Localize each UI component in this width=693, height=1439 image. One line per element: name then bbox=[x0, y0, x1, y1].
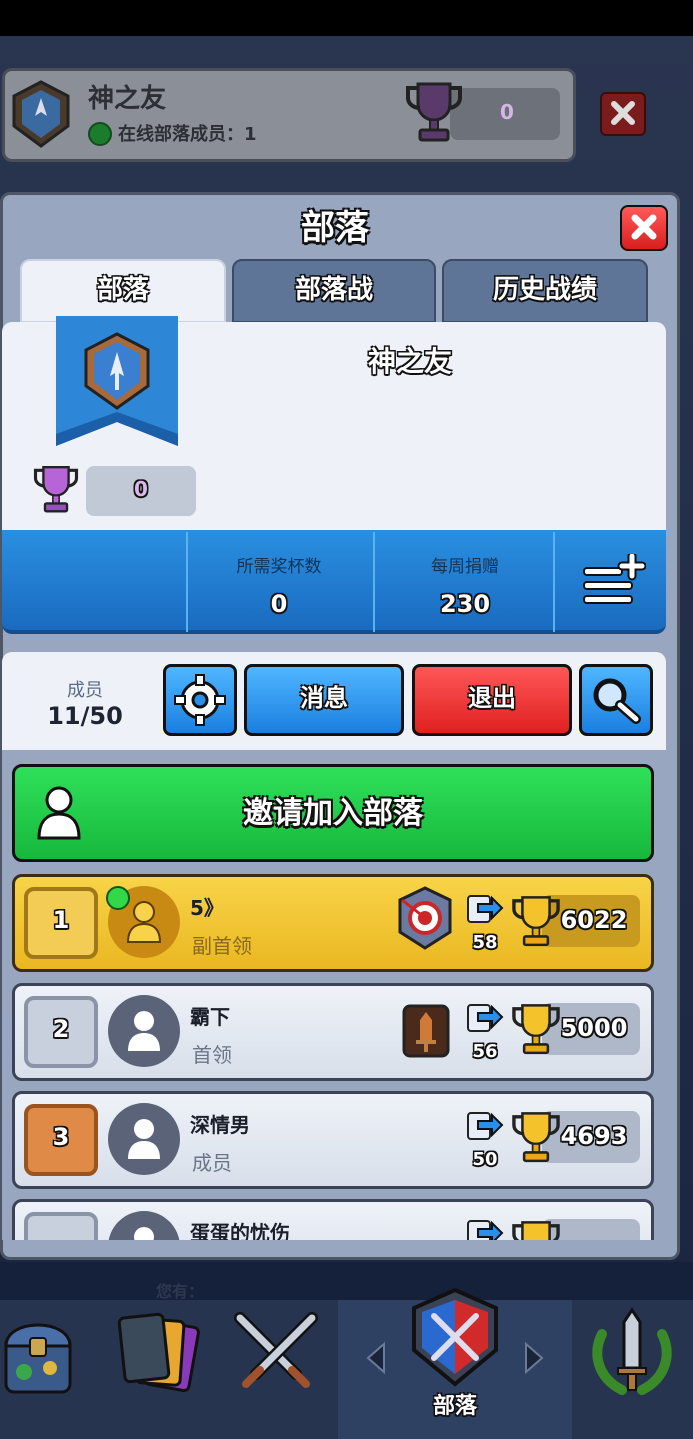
search-button[interactable] bbox=[579, 664, 653, 736]
close-icon bbox=[611, 101, 635, 125]
rank-badge bbox=[24, 1212, 98, 1240]
member-rank: 2 bbox=[52, 1015, 70, 1043]
gear-icon bbox=[174, 674, 226, 726]
member-donations: 50 bbox=[472, 1149, 498, 1170]
tab-label: 部落战 bbox=[294, 275, 373, 305]
settings-button[interactable] bbox=[163, 664, 237, 736]
clan-trophy-count: 0 bbox=[134, 477, 148, 501]
clan-war-sword-icon bbox=[402, 1004, 450, 1058]
tournament-laurel-icon[interactable] bbox=[586, 1304, 678, 1404]
online-indicator-icon bbox=[88, 122, 112, 146]
chest-icon[interactable] bbox=[0, 1306, 80, 1406]
avatar bbox=[108, 1103, 180, 1175]
user-icon bbox=[128, 1011, 160, 1051]
member-donations: 58 bbox=[472, 932, 498, 953]
battle-swords-icon[interactable] bbox=[226, 1308, 326, 1400]
you-have-text: 您有： bbox=[156, 1282, 205, 1301]
invite-label: 邀请加入部落 bbox=[243, 796, 423, 831]
nav-clan-label: 部落 bbox=[432, 1394, 477, 1419]
avatar bbox=[108, 1211, 180, 1240]
clan-name: 神之友 bbox=[367, 345, 452, 378]
panel-title: 部落 bbox=[301, 208, 369, 248]
member-role: 首领 bbox=[192, 1043, 232, 1067]
clan-war-target-icon bbox=[398, 886, 452, 950]
bottom-strip bbox=[0, 1262, 693, 1300]
member-name: 霸下 bbox=[190, 1005, 230, 1029]
tab-clan[interactable]: 部落 bbox=[20, 259, 226, 323]
messages-button[interactable]: 消息 bbox=[244, 664, 404, 736]
tab-label: 历史战绩 bbox=[492, 275, 597, 305]
online-members-text: 在线部落成员：1 bbox=[118, 124, 257, 145]
close-icon bbox=[631, 214, 657, 240]
member-role: 副首领 bbox=[192, 934, 252, 958]
trophy-icon bbox=[512, 1221, 560, 1240]
chevron-left-icon bbox=[366, 1341, 385, 1375]
member-name: 深情男 bbox=[190, 1113, 250, 1137]
donation-icon bbox=[467, 1112, 504, 1140]
required-trophies-value: 0 bbox=[270, 590, 288, 618]
leave-label: 退出 bbox=[468, 684, 516, 712]
clan-badge-icon bbox=[12, 80, 70, 148]
user-icon bbox=[134, 1227, 154, 1240]
messages-label: 消息 bbox=[300, 684, 348, 712]
trophy-icon bbox=[406, 82, 462, 142]
cards-icon[interactable] bbox=[110, 1310, 204, 1402]
online-indicator-icon bbox=[106, 886, 130, 910]
member-trophies: 6022 bbox=[560, 906, 628, 934]
tab-clan-war[interactable]: 部落战 bbox=[232, 259, 436, 323]
donation-icon bbox=[467, 1004, 504, 1032]
members-label: 成员 bbox=[67, 680, 103, 701]
clan-header-name: 神之友 bbox=[88, 84, 167, 114]
member-name: 5》 bbox=[190, 896, 224, 920]
tab-history[interactable]: 历史战绩 bbox=[442, 259, 648, 323]
clan-shield-icon bbox=[412, 1288, 498, 1387]
trophy-icon bbox=[33, 465, 79, 513]
close-button[interactable] bbox=[620, 205, 668, 251]
weekly-donations-label: 每周捐赠 bbox=[431, 557, 499, 577]
clan-banner-icon bbox=[56, 316, 178, 446]
clan-stats-bar bbox=[2, 530, 666, 634]
donation-icon bbox=[467, 1220, 504, 1240]
member-rank: 1 bbox=[52, 906, 70, 934]
donation-icon bbox=[467, 895, 504, 923]
tab-label: 部落 bbox=[96, 275, 149, 305]
member-trophies: 4693 bbox=[560, 1122, 628, 1150]
clan-info-menu-icon[interactable] bbox=[582, 554, 646, 610]
member-donations: 56 bbox=[472, 1041, 498, 1062]
chevron-right-icon bbox=[525, 1341, 544, 1375]
members-count: 11/50 bbox=[47, 702, 123, 730]
member-name: 蛋蛋的忧伤 bbox=[190, 1221, 290, 1240]
weekly-donations-value: 230 bbox=[439, 590, 491, 618]
search-icon bbox=[593, 678, 641, 724]
clan-header-trophy-count: 0 bbox=[500, 100, 514, 124]
member-row-clip: 蛋蛋的忧伤 bbox=[12, 1199, 654, 1240]
required-trophies-label: 所需奖杯数 bbox=[236, 557, 322, 577]
member-role: 成员 bbox=[192, 1151, 232, 1175]
member-trophies: 5000 bbox=[560, 1014, 628, 1042]
header-close-button[interactable] bbox=[600, 92, 646, 136]
avatar bbox=[108, 995, 180, 1067]
leave-clan-button[interactable]: 退出 bbox=[412, 664, 572, 736]
status-bar bbox=[0, 0, 693, 36]
user-icon bbox=[128, 1119, 160, 1159]
member-rank: 3 bbox=[52, 1123, 70, 1151]
